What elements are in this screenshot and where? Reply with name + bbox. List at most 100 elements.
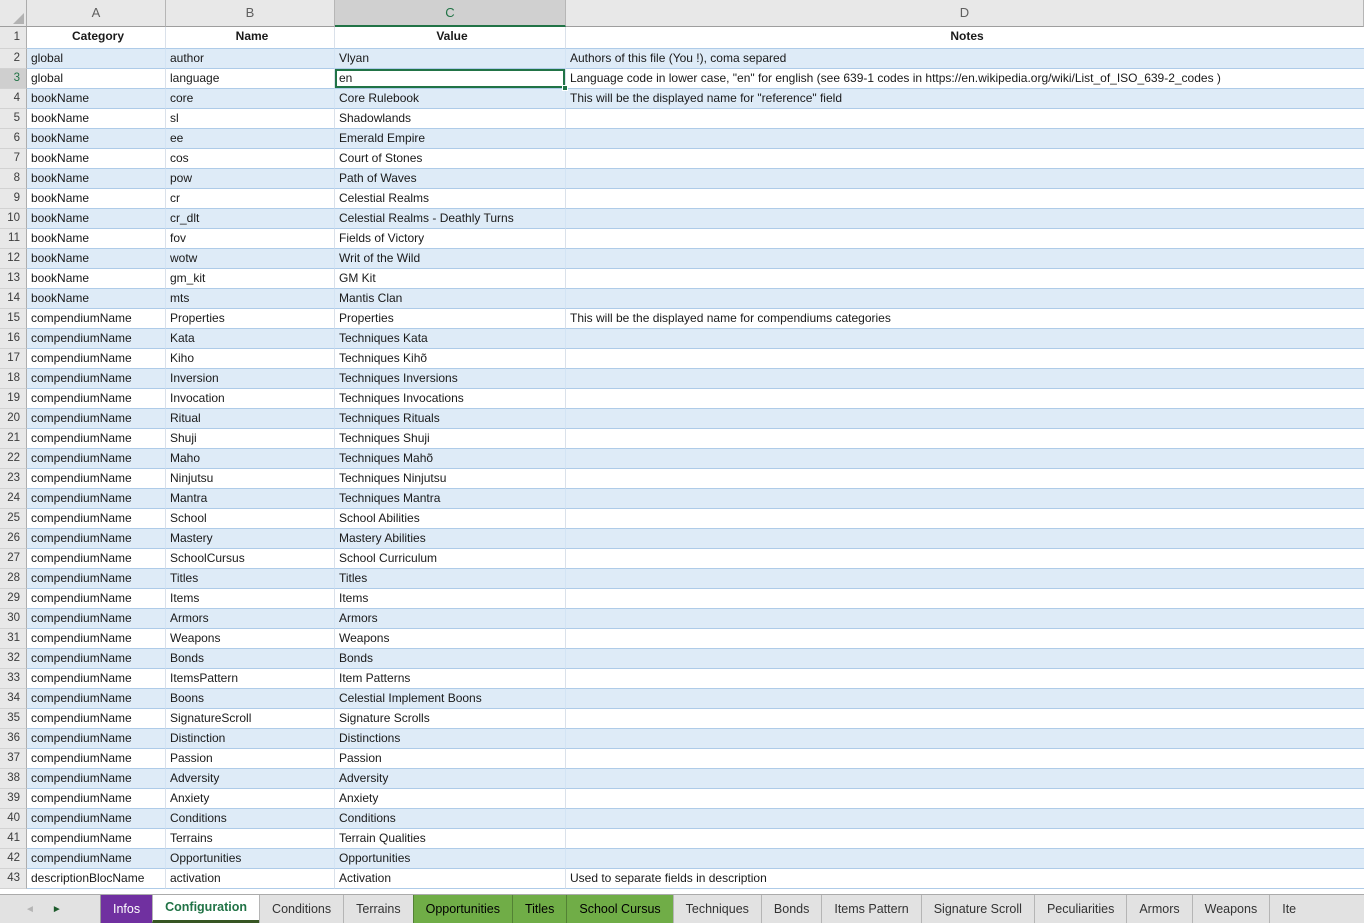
row-number[interactable]: 2 xyxy=(0,49,27,69)
cell-notes[interactable]: This will be the displayed name for "ref… xyxy=(566,89,1364,109)
cell-category[interactable]: compendiumName xyxy=(27,489,166,509)
row-number[interactable]: 23 xyxy=(0,469,27,489)
row-number[interactable]: 31 xyxy=(0,629,27,649)
cell-value[interactable]: Titles xyxy=(335,569,566,589)
row-number[interactable]: 36 xyxy=(0,729,27,749)
row-number[interactable]: 28 xyxy=(0,569,27,589)
sheet-tab-terrains[interactable]: Terrains xyxy=(343,895,412,923)
cell-name[interactable]: core xyxy=(166,89,335,109)
column-header-d[interactable]: D xyxy=(566,0,1364,27)
cell-category[interactable]: compendiumName xyxy=(27,749,166,769)
cell-notes[interactable] xyxy=(566,149,1364,169)
cell-value[interactable]: Mantis Clan xyxy=(335,289,566,309)
row-number[interactable]: 17 xyxy=(0,349,27,369)
cell-value[interactable]: Opportunities xyxy=(335,849,566,869)
cell-name[interactable]: Terrains xyxy=(166,829,335,849)
sheet-tab-ite[interactable]: Ite xyxy=(1269,895,1308,923)
row-number[interactable]: 35 xyxy=(0,709,27,729)
row-number[interactable]: 25 xyxy=(0,509,27,529)
cell-notes[interactable] xyxy=(566,769,1364,789)
cell-category[interactable]: compendiumName xyxy=(27,609,166,629)
cell-category[interactable]: bookName xyxy=(27,169,166,189)
row-number[interactable]: 14 xyxy=(0,289,27,309)
row-number[interactable]: 43 xyxy=(0,869,27,889)
cell-value[interactable]: Distinctions xyxy=(335,729,566,749)
cell-value[interactable]: Court of Stones xyxy=(335,149,566,169)
cell-value[interactable]: Techniques Mahõ xyxy=(335,449,566,469)
sheet-tab-school-cursus[interactable]: School Cursus xyxy=(566,895,672,923)
cell-name[interactable]: SignatureScroll xyxy=(166,709,335,729)
cell-notes[interactable] xyxy=(566,169,1364,189)
cell-name[interactable]: ee xyxy=(166,129,335,149)
cell-category[interactable]: compendiumName xyxy=(27,629,166,649)
cell-category[interactable]: bookName xyxy=(27,209,166,229)
cell-category[interactable]: bookName xyxy=(27,189,166,209)
cell-notes[interactable] xyxy=(566,749,1364,769)
header-cell-name[interactable]: Name xyxy=(166,27,335,49)
cell-category[interactable]: bookName xyxy=(27,269,166,289)
cell-name[interactable]: language xyxy=(166,69,335,89)
cell-notes[interactable] xyxy=(566,229,1364,249)
row-number[interactable]: 10 xyxy=(0,209,27,229)
cell-name[interactable]: Armors xyxy=(166,609,335,629)
row-number[interactable]: 15 xyxy=(0,309,27,329)
cell-category[interactable]: compendiumName xyxy=(27,509,166,529)
row-number[interactable]: 32 xyxy=(0,649,27,669)
sheet-tab-weapons[interactable]: Weapons xyxy=(1192,895,1270,923)
cell-category[interactable]: compendiumName xyxy=(27,669,166,689)
cell-value[interactable]: Terrain Qualities xyxy=(335,829,566,849)
column-header-c-selected[interactable]: C xyxy=(335,0,566,27)
cell-value[interactable]: Shadowlands xyxy=(335,109,566,129)
cell-category[interactable]: bookName xyxy=(27,89,166,109)
cell-notes[interactable] xyxy=(566,709,1364,729)
cell-name[interactable]: cr_dlt xyxy=(166,209,335,229)
cell-notes[interactable] xyxy=(566,509,1364,529)
row-number[interactable]: 9 xyxy=(0,189,27,209)
cell-category[interactable]: compendiumName xyxy=(27,649,166,669)
cell-name[interactable]: author xyxy=(166,49,335,69)
cell-name[interactable]: Inversion xyxy=(166,369,335,389)
cell-name[interactable]: sl xyxy=(166,109,335,129)
cell-category[interactable]: compendiumName xyxy=(27,769,166,789)
cell-value[interactable]: Techniques Shuji xyxy=(335,429,566,449)
cell-name[interactable]: Anxiety xyxy=(166,789,335,809)
row-number[interactable]: 22 xyxy=(0,449,27,469)
cell-notes[interactable] xyxy=(566,849,1364,869)
sheet-tab-techniques[interactable]: Techniques xyxy=(673,895,761,923)
cell-name[interactable]: Kiho xyxy=(166,349,335,369)
cell-category[interactable]: compendiumName xyxy=(27,849,166,869)
sheet-tab-opportunities[interactable]: Opportunities xyxy=(413,895,512,923)
cell-name[interactable]: fov xyxy=(166,229,335,249)
cell-category[interactable]: compendiumName xyxy=(27,449,166,469)
cell-name[interactable]: Mantra xyxy=(166,489,335,509)
cell-notes[interactable] xyxy=(566,649,1364,669)
cell-name[interactable]: Maho xyxy=(166,449,335,469)
cell-category[interactable]: bookName xyxy=(27,229,166,249)
cell-value[interactable]: Techniques Ninjutsu xyxy=(335,469,566,489)
cell-value[interactable]: Bonds xyxy=(335,649,566,669)
cell-category[interactable]: compendiumName xyxy=(27,329,166,349)
row-number[interactable]: 6 xyxy=(0,129,27,149)
cell-category[interactable]: global xyxy=(27,49,166,69)
cell-category[interactable]: compendiumName xyxy=(27,309,166,329)
header-cell-value[interactable]: Value xyxy=(335,27,566,49)
cell-name[interactable]: Ritual xyxy=(166,409,335,429)
cell-value[interactable]: Core Rulebook xyxy=(335,89,566,109)
cell-category[interactable]: bookName xyxy=(27,109,166,129)
cell-notes[interactable] xyxy=(566,729,1364,749)
select-all-button[interactable] xyxy=(0,0,27,27)
row-number[interactable]: 12 xyxy=(0,249,27,269)
cell-notes[interactable] xyxy=(566,449,1364,469)
cell-notes[interactable] xyxy=(566,629,1364,649)
cell-notes[interactable] xyxy=(566,349,1364,369)
cell-value[interactable]: Techniques Rituals xyxy=(335,409,566,429)
cell-notes[interactable] xyxy=(566,789,1364,809)
cell-value[interactable]: GM Kit xyxy=(335,269,566,289)
cell-category[interactable]: compendiumName xyxy=(27,529,166,549)
cell-notes[interactable] xyxy=(566,389,1364,409)
cell-notes[interactable] xyxy=(566,669,1364,689)
cell-name[interactable]: wotw xyxy=(166,249,335,269)
cell-value[interactable]: Celestial Realms xyxy=(335,189,566,209)
cell-category[interactable]: compendiumName xyxy=(27,709,166,729)
row-number-1[interactable]: 1 xyxy=(0,27,27,49)
